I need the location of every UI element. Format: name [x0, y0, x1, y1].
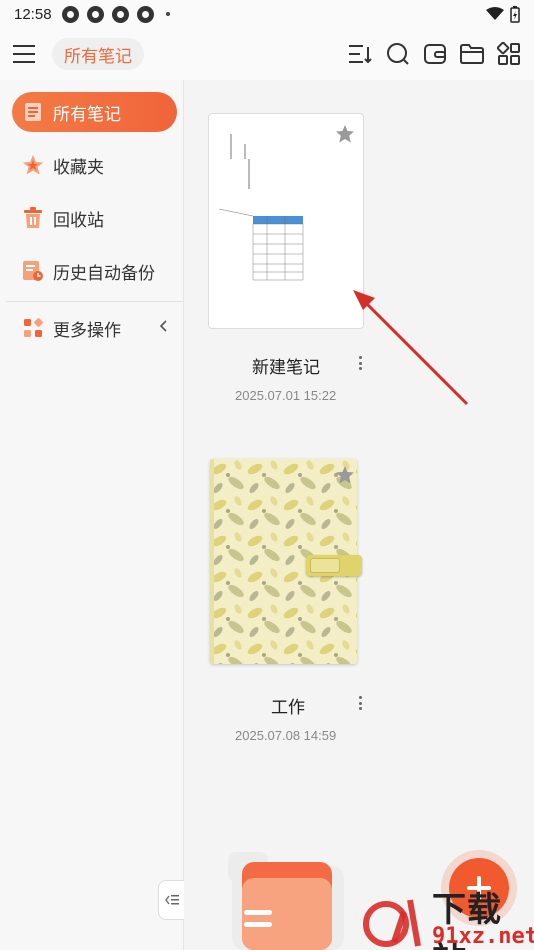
note-card[interactable]: 工作 2025.07.08 14:59	[208, 459, 364, 749]
annotation-arrow	[353, 290, 469, 406]
sidebar-item-backup[interactable]: 历史自动备份	[12, 251, 177, 291]
wallet-icon[interactable]	[422, 41, 448, 67]
note-title: 新建笔记	[252, 358, 320, 377]
notebook-clasp	[306, 555, 362, 576]
note-date: 2025.07.08 14:59	[235, 728, 337, 743]
sidebar-item-favorites[interactable]: 收藏夹	[12, 145, 177, 185]
more-notifications-icon	[165, 12, 170, 16]
status-time: 12:58	[14, 5, 52, 23]
sidebar: 所有笔记 收藏夹 回收站 历史自动备份 更多操作	[0, 80, 184, 950]
grid-icon[interactable]	[496, 41, 522, 67]
notification-icon	[136, 5, 154, 23]
note-thumbnail[interactable]	[208, 113, 364, 329]
sidebar-item-trash[interactable]: 回收站	[12, 198, 177, 238]
notes-grid: 新建笔记 2025.07.01 15:22 工作 2025.07.08 14:5…	[185, 80, 534, 950]
page-title[interactable]: 所有笔记	[52, 38, 144, 70]
folder-icon[interactable]	[459, 41, 485, 67]
notification-icon	[111, 5, 129, 23]
collapse-icon	[164, 895, 179, 905]
sidebar-divider	[6, 301, 183, 302]
note-card[interactable]: 新建笔记 2025.07.01 15:22	[208, 113, 364, 403]
search-icon[interactable]	[385, 41, 411, 67]
sidebar-item-all-notes[interactable]: 所有笔记	[12, 92, 177, 132]
menu-icon[interactable]	[12, 41, 38, 67]
notes-icon	[22, 101, 44, 123]
watermark-logo: 下载站 91xz.net	[360, 886, 534, 950]
star-icon	[22, 154, 44, 176]
note-date: 2025.07.01 15:22	[235, 388, 337, 403]
backup-icon	[22, 260, 44, 282]
chevron-left-icon[interactable]	[159, 319, 167, 337]
sidebar-item-more-ops[interactable]: 更多操作	[12, 308, 177, 348]
top-toolbar: 所有笔记	[0, 28, 534, 80]
notification-icon	[61, 5, 79, 23]
watermark-url: 91xz.net	[432, 924, 534, 949]
more-ops-icon	[22, 317, 44, 339]
folder-app-icon[interactable]	[228, 852, 346, 950]
note-title: 工作	[271, 698, 305, 717]
sidebar-item-label: 历史自动备份	[53, 263, 155, 283]
favorite-star-icon[interactable]	[335, 465, 355, 485]
wifi-icon	[486, 7, 504, 20]
trash-icon	[22, 207, 44, 229]
note-preview-image	[218, 134, 304, 281]
sidebar-item-label: 所有笔记	[53, 104, 121, 124]
sidebar-item-label: 更多操作	[53, 320, 121, 340]
notification-icon	[86, 5, 104, 23]
sidebar-item-label: 收藏夹	[53, 157, 104, 177]
status-bar: 12:58	[0, 0, 534, 28]
note-more-icon[interactable]	[357, 696, 363, 710]
sort-icon[interactable]	[348, 41, 374, 67]
battery-icon	[510, 5, 520, 23]
favorite-star-icon[interactable]	[335, 124, 355, 144]
notification-icons	[61, 5, 170, 23]
collapse-sidebar-handle[interactable]	[158, 880, 184, 920]
sidebar-item-label: 回收站	[53, 210, 104, 230]
